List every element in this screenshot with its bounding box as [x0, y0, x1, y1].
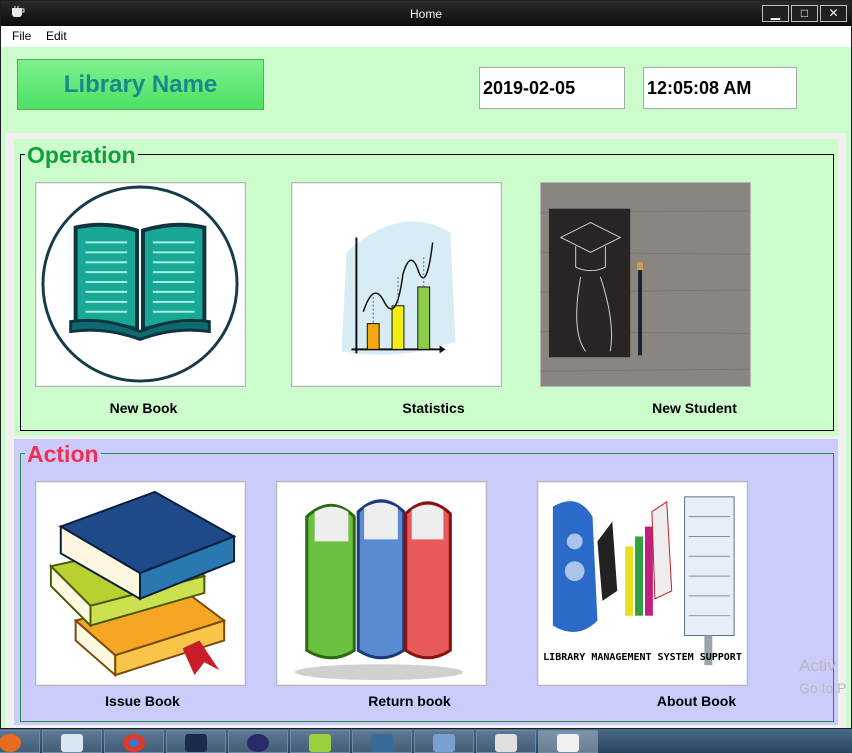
window-title: Home: [409, 7, 442, 21]
menu-edit[interactable]: Edit: [46, 29, 67, 43]
about-book-caption: About Book: [656, 693, 737, 709]
java-icon: [557, 734, 579, 752]
taskbar-java[interactable]: [538, 730, 598, 753]
action-legend: Action: [25, 441, 101, 468]
about-banner-text: LIBRARY MANAGEMENT SYSTEM SUPPORT: [543, 652, 742, 663]
taskbar-notepad[interactable]: [42, 730, 102, 753]
snipping-icon: [495, 734, 517, 752]
firefox-icon: [0, 734, 21, 752]
taskbar-virtualbox[interactable]: [414, 730, 474, 753]
taskbar-snipping[interactable]: [476, 730, 536, 753]
title-bar[interactable]: Home ▁ □ ✕: [1, 1, 851, 26]
taskbar-eclipse[interactable]: [228, 730, 288, 753]
menu-bar: File Edit: [1, 26, 851, 47]
library-name-button[interactable]: Library Name: [17, 59, 264, 110]
taskbar-chrome[interactable]: [104, 730, 164, 753]
minimize-button[interactable]: ▁: [762, 5, 789, 22]
taskbar-notepadpp[interactable]: [290, 730, 350, 753]
header-panel: Library Name 2019-02-05 12:05:08 AM: [6, 48, 846, 132]
return-book-button[interactable]: [276, 481, 487, 686]
books-row-icon: [294, 499, 464, 681]
new-student-caption: New Student: [652, 400, 737, 416]
eclipse-icon: [247, 734, 269, 752]
taskbar-mysql[interactable]: [352, 730, 412, 753]
taskbar: [0, 729, 852, 753]
close-button[interactable]: ✕: [820, 5, 847, 22]
date-field[interactable]: 2019-02-05: [479, 67, 625, 109]
virtualbox-icon: [433, 734, 455, 752]
taskbar-firefox[interactable]: [0, 730, 40, 753]
taskbar-cald3[interactable]: [166, 730, 226, 753]
new-book-caption: New Book: [109, 400, 178, 416]
maximize-button[interactable]: □: [791, 5, 818, 22]
notepadpp-icon: [309, 734, 331, 752]
cald3-icon: [185, 734, 207, 752]
menu-file[interactable]: File: [12, 29, 31, 43]
statistics-button[interactable]: [291, 182, 502, 387]
return-book-caption: Return book: [368, 693, 451, 709]
issue-book-button[interactable]: [35, 481, 246, 686]
new-book-button[interactable]: [35, 182, 246, 387]
watermark-line1: Activ: [799, 656, 836, 675]
chrome-icon: [123, 734, 145, 752]
time-field[interactable]: 12:05:08 AM: [643, 67, 797, 109]
about-book-button[interactable]: LIBRARY MANAGEMENT SYSTEM SUPPORT: [537, 481, 748, 686]
graduate-notebook-icon: [541, 183, 750, 386]
notepad-icon: [61, 734, 83, 752]
book-stack-icon: [48, 490, 237, 678]
mysql-icon: [371, 734, 393, 752]
home-window: Home ▁ □ ✕ File Edit Library Name 2019-0…: [0, 0, 852, 729]
new-student-button[interactable]: [540, 182, 751, 387]
statistics-caption: Statistics: [402, 400, 465, 416]
watermark-line2: Go to P: [799, 680, 847, 696]
bar-chart-icon: [341, 221, 456, 355]
open-book-icon: [41, 185, 239, 383]
issue-book-caption: Issue Book: [105, 693, 180, 709]
activation-watermark: Activ Go to P: [799, 655, 846, 699]
operation-legend: Operation: [25, 142, 138, 169]
